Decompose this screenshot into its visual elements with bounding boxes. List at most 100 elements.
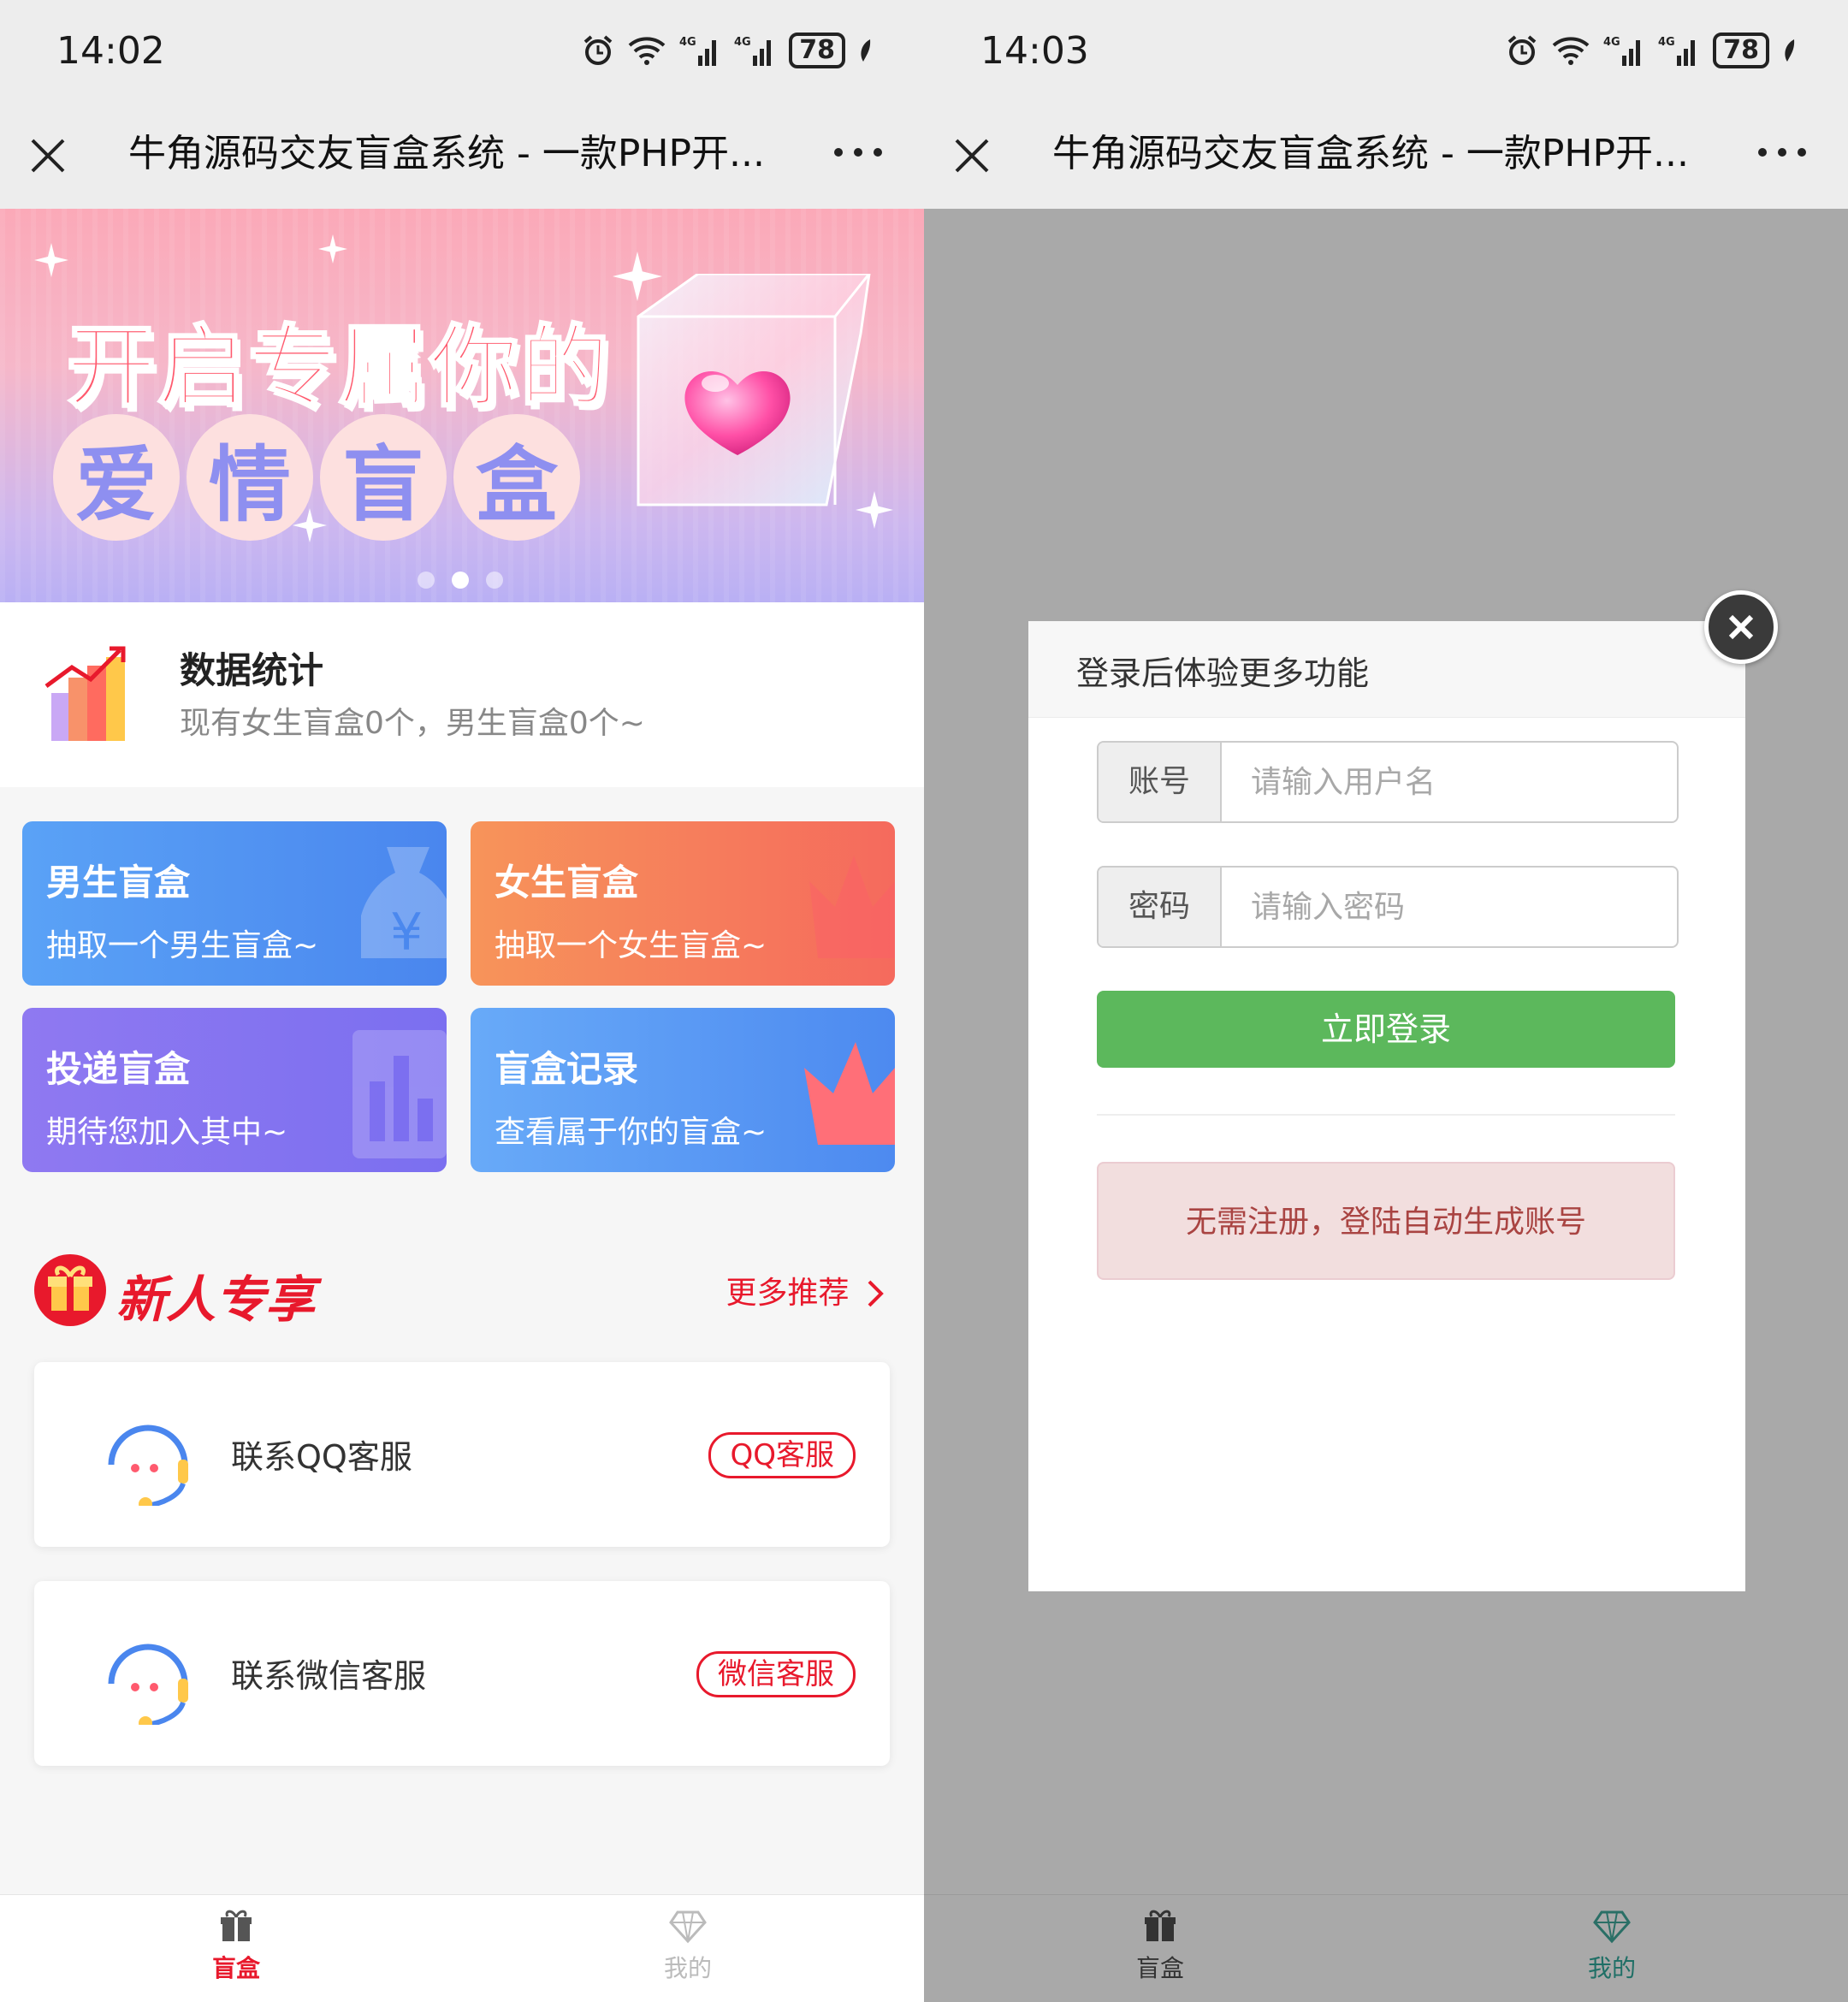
carousel-indicator — [418, 572, 503, 589]
card-title: 盲盒记录 — [495, 1048, 639, 1090]
battery-level: 78 — [789, 33, 845, 68]
headset-icon — [108, 1644, 188, 1725]
screen-login: 14:03 4G 4G 78 牛角源码交友盲盒系统 - 一款PHP开... 登录… — [924, 0, 1848, 2002]
status-icons: 4G 4G 78 — [1506, 29, 1797, 72]
qq-service-card[interactable]: 联系QQ客服 QQ客服 — [34, 1362, 890, 1547]
tab-mine[interactable]: 我的 — [1526, 1907, 1697, 1984]
banner-char: 盒 — [453, 414, 580, 541]
carousel-dot[interactable] — [418, 572, 435, 589]
account-label: 账号 — [1099, 743, 1222, 821]
banner-char: 爱 — [53, 414, 180, 541]
banner-carousel[interactable]: 开启专属你的 爱 情 盲 盒 — [0, 209, 924, 602]
status-bar: 14:02 4G 4G 78 — [0, 0, 924, 103]
female-box-card[interactable]: 女生盲盒 抽取一个女生盲盒~ — [471, 821, 895, 986]
signal-4g-icon: 4G — [1603, 36, 1641, 66]
status-icons: 4G 4G 78 — [582, 29, 873, 72]
money-bag-icon: ¥ — [361, 847, 447, 962]
alarm-icon — [1507, 35, 1537, 65]
tab-label: 我的 — [663, 1954, 712, 1982]
signal-4g-icon: 4G — [734, 36, 772, 66]
qq-service-button[interactable]: QQ客服 — [708, 1432, 856, 1478]
tab-bar: 盲盒 我的 — [924, 1894, 1848, 2002]
diamond-icon — [1593, 1910, 1631, 1944]
carousel-dot-active[interactable] — [452, 572, 469, 589]
card-title: 男生盲盒 — [46, 862, 191, 903]
diamond-icon — [669, 1910, 707, 1944]
gift-badge-icon — [34, 1254, 106, 1326]
tab-label: 我的 — [1587, 1954, 1636, 1982]
leaf-icon — [1785, 39, 1795, 62]
bar-chart-icon — [44, 646, 126, 741]
section-title: 新人专享 — [116, 1270, 316, 1329]
close-icon[interactable] — [26, 133, 70, 178]
more-options-icon[interactable] — [1756, 144, 1809, 161]
gift-icon — [1145, 1910, 1176, 1941]
account-field-group: 账号 — [1097, 741, 1679, 823]
card-subtitle: 抽取一个男生盲盒~ — [46, 928, 319, 963]
more-recommend-link[interactable]: 更多推荐 — [726, 1268, 885, 1312]
nav-bar: 牛角源码交友盲盒系统 - 一款PHP开... — [924, 103, 1848, 209]
screen-home: 14:02 4G 4G 78 牛角源码交友盲盒系统 - 一款PHP开... 开启… — [0, 0, 924, 2002]
svg-text:¥: ¥ — [390, 903, 423, 962]
page-title: 牛角源码交友盲盒系统 - 一款PHP开... — [128, 132, 765, 175]
password-label: 密码 — [1099, 868, 1222, 946]
wechat-service-button[interactable]: 微信客服 — [696, 1651, 856, 1697]
carousel-dot[interactable] — [486, 572, 503, 589]
tab-blind-box[interactable]: 盲盒 — [1075, 1907, 1246, 1984]
nav-bar: 牛角源码交友盲盒系统 - 一款PHP开... — [0, 103, 924, 209]
submit-box-card[interactable]: 投递盲盒 期待您加入其中~ — [22, 1008, 447, 1172]
login-dialog: 登录后体验更多功能 账号 密码 立即登录 无需注册，登陆自动生成账号 — [1028, 621, 1745, 1591]
more-label: 更多推荐 — [726, 1276, 850, 1311]
divider — [1097, 1114, 1675, 1116]
newbie-section-header: 新人专享 更多推荐 — [34, 1251, 890, 1329]
more-options-icon[interactable] — [832, 144, 885, 161]
dialog-title: 登录后体验更多功能 — [1076, 654, 1370, 692]
signal-4g-icon: 4G — [679, 36, 717, 66]
tab-bar: 盲盒 我的 — [0, 1894, 924, 2002]
svg-text:4G: 4G — [734, 36, 751, 49]
status-time: 14:02 — [56, 29, 165, 73]
tab-blind-box[interactable]: 盲盒 — [151, 1907, 322, 1984]
auto-register-notice: 无需注册，登陆自动生成账号 — [1097, 1162, 1675, 1280]
sparkle-icon — [318, 234, 347, 264]
gift-icon — [221, 1910, 252, 1941]
chevron-right-icon — [868, 1280, 884, 1307]
password-input[interactable] — [1222, 868, 1667, 946]
box-record-card[interactable]: 盲盒记录 查看属于你的盲盒~ — [471, 1008, 895, 1172]
bar-graph-icon — [352, 1030, 447, 1158]
stats-panel: 数据统计 现有女生盲盒0个，男生盲盒0个~ — [0, 602, 924, 787]
status-bar: 14:03 4G 4G 78 — [924, 0, 1848, 103]
crown-icon — [804, 1042, 895, 1145]
login-button[interactable]: 立即登录 — [1097, 991, 1675, 1068]
close-icon — [1728, 614, 1754, 640]
battery-level: 78 — [1713, 33, 1769, 68]
sparkle-icon — [34, 243, 68, 277]
heart-cube-icon — [637, 274, 871, 506]
username-input[interactable] — [1222, 743, 1667, 821]
dialog-header: 登录后体验更多功能 — [1028, 621, 1745, 718]
banner-headline: 开启专属你的 — [65, 314, 612, 421]
card-subtitle: 查看属于你的盲盒~ — [495, 1115, 767, 1150]
svg-text:4G: 4G — [1603, 36, 1620, 49]
wifi-icon — [628, 37, 666, 65]
male-box-card[interactable]: ¥ 男生盲盒 抽取一个男生盲盒~ — [22, 821, 447, 986]
close-icon[interactable] — [950, 133, 994, 178]
banner-char: 盲 — [320, 414, 447, 541]
tab-mine[interactable]: 我的 — [602, 1907, 773, 1984]
card-subtitle: 期待您加入其中~ — [46, 1115, 288, 1150]
dialog-close-button[interactable] — [1704, 590, 1778, 664]
svg-text:4G: 4G — [679, 36, 696, 49]
page-title: 牛角源码交友盲盒系统 - 一款PHP开... — [1052, 132, 1689, 175]
banner-subheadline: 爱 情 盲 盒 — [53, 414, 580, 541]
stats-summary: 现有女生盲盒0个，男生盲盒0个~ — [180, 706, 645, 741]
signal-4g-icon: 4G — [1658, 36, 1696, 66]
svg-text:4G: 4G — [1658, 36, 1675, 49]
card-title: 投递盲盒 — [46, 1048, 191, 1090]
card-subtitle: 抽取一个女生盲盒~ — [495, 928, 767, 963]
wechat-service-card[interactable]: 联系微信客服 微信客服 — [34, 1581, 890, 1766]
status-time: 14:03 — [980, 29, 1089, 73]
crown-icon — [809, 856, 895, 958]
stats-title: 数据统计 — [180, 649, 324, 691]
leaf-icon — [861, 39, 871, 62]
card-title: 女生盲盒 — [495, 862, 639, 903]
